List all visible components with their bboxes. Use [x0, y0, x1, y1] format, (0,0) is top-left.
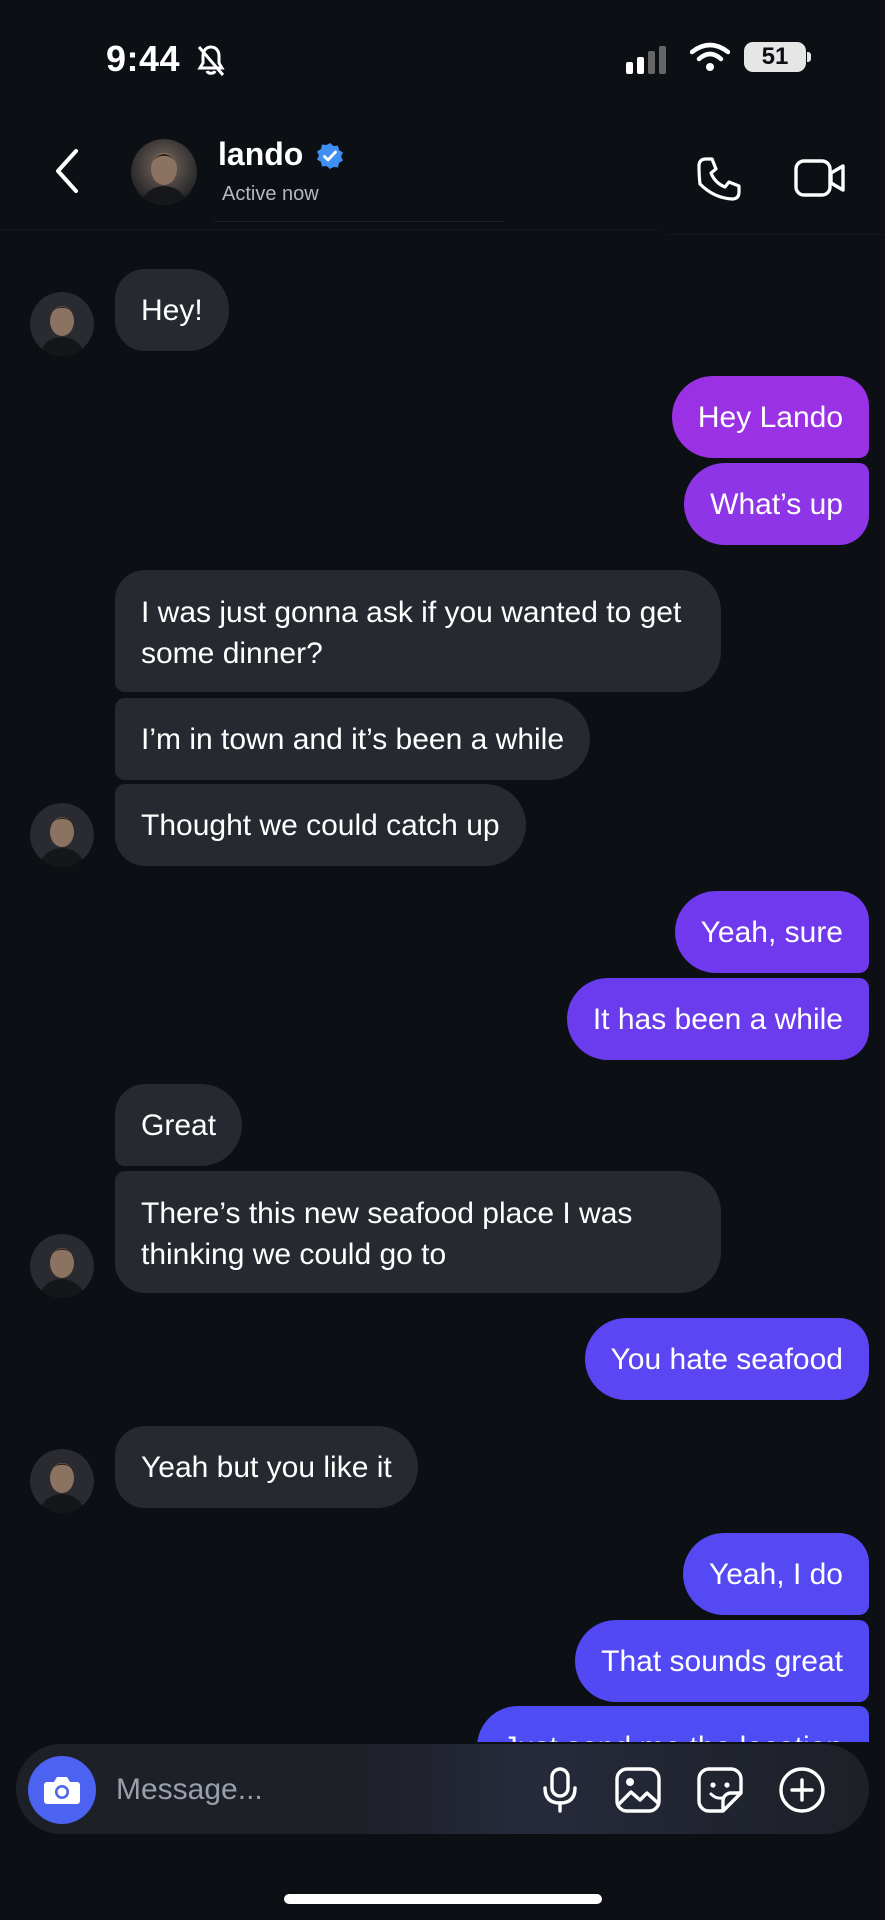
contact-avatar[interactable]	[30, 292, 94, 356]
message-bubble-incoming[interactable]: I’m in town and it’s been a while	[115, 698, 591, 780]
message-input[interactable]	[116, 1768, 516, 1812]
message-bubble-outgoing[interactable]: What’s up	[684, 463, 869, 545]
add-circle-icon[interactable]	[778, 1766, 826, 1819]
microphone-icon[interactable]	[540, 1766, 580, 1819]
camera-icon	[44, 1777, 80, 1804]
contact-avatar[interactable]	[30, 1449, 94, 1513]
message-bubble-incoming[interactable]: Thought we could catch up	[115, 784, 526, 866]
message-bubble-incoming[interactable]: There’s this new seafood place I was thi…	[115, 1171, 721, 1293]
message-bubble-outgoing[interactable]: You hate seafood	[584, 1318, 869, 1400]
sticker-icon[interactable]	[696, 1766, 744, 1819]
message-bubble-outgoing[interactable]: That sounds great	[575, 1620, 869, 1702]
message-bubble-incoming[interactable]: Great	[115, 1084, 243, 1166]
home-indicator[interactable]	[284, 1894, 602, 1904]
message-bubble-outgoing[interactable]: Hey Lando	[671, 376, 869, 458]
camera-button[interactable]	[28, 1756, 96, 1824]
message-bubble-outgoing[interactable]: Yeah, I do	[682, 1533, 869, 1615]
message-bubble-outgoing[interactable]: It has been a while	[566, 978, 869, 1060]
message-thread[interactable]: Hey! Hey Lando What’s up I was just gonn…	[0, 0, 885, 1742]
message-bubble-outgoing[interactable]: Just send me the location	[476, 1706, 869, 1742]
contact-avatar[interactable]	[30, 1234, 94, 1298]
gallery-icon[interactable]	[614, 1766, 662, 1819]
message-bubble-incoming[interactable]: Hey!	[115, 269, 229, 351]
contact-avatar[interactable]	[30, 803, 94, 867]
message-bubble-outgoing[interactable]: Yeah, sure	[674, 891, 869, 973]
message-bubble-incoming[interactable]: I was just gonna ask if you wanted to ge…	[115, 570, 721, 692]
message-bubble-incoming[interactable]: Yeah but you like it	[115, 1426, 418, 1508]
